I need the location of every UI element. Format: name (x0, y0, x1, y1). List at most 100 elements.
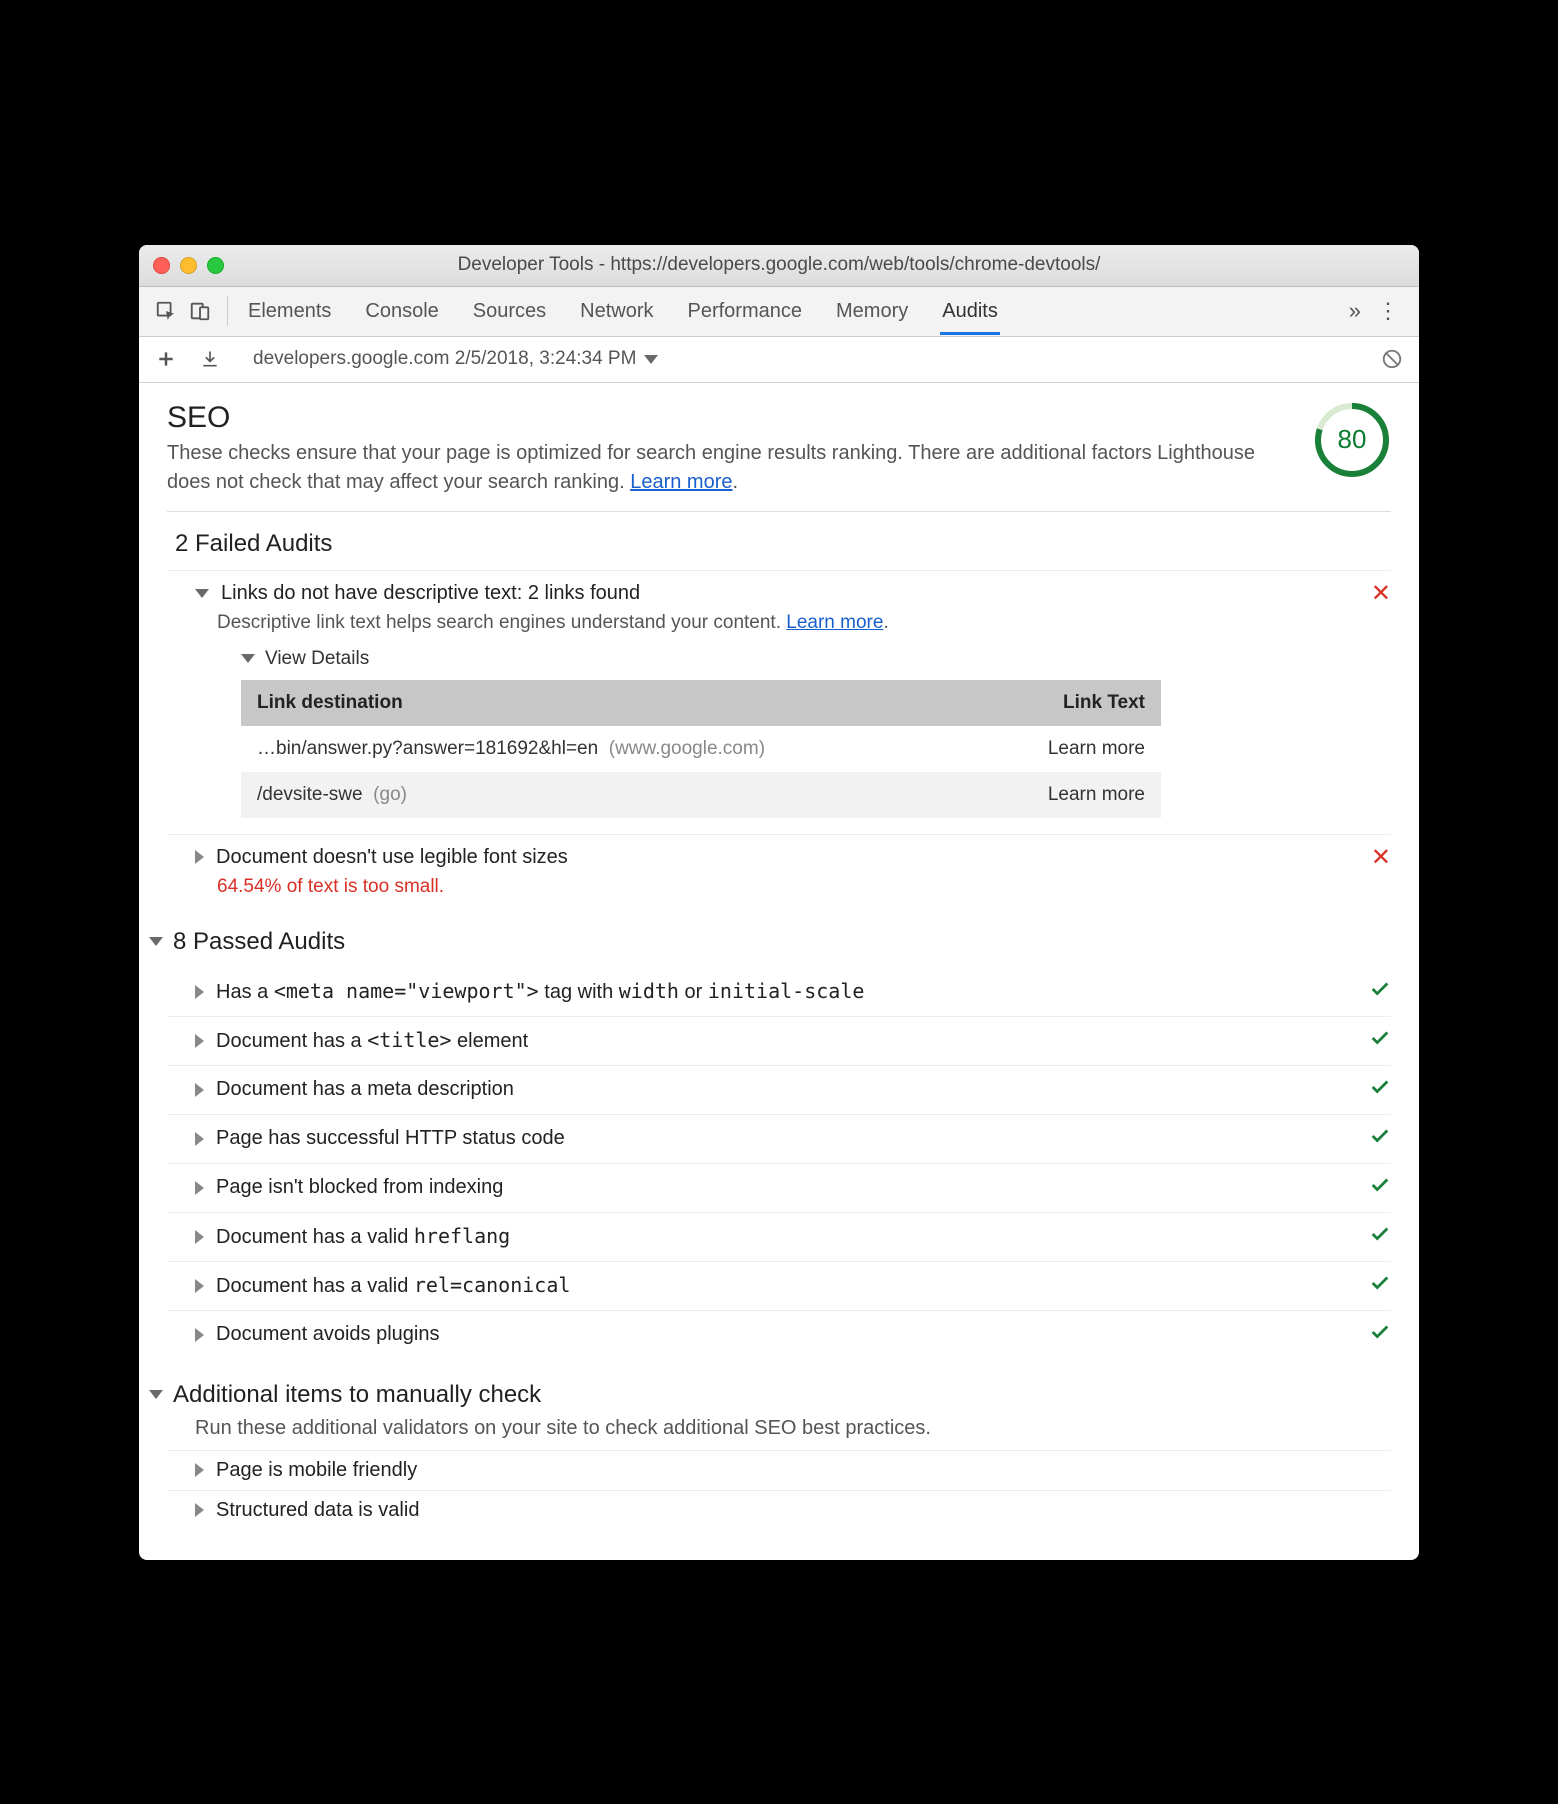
col-text: Link Text (983, 680, 1161, 726)
audit-title: Document avoids plugins (216, 1323, 1357, 1346)
inspect-icon[interactable] (149, 294, 183, 328)
tab-elements[interactable]: Elements (246, 288, 333, 335)
audit-subtext: Descriptive link text helps search engin… (195, 608, 1391, 634)
tab-memory[interactable]: Memory (834, 288, 910, 335)
chevron-right-icon (195, 1132, 204, 1146)
row-text: Learn more (983, 726, 1161, 772)
check-icon (1369, 1027, 1391, 1055)
chevron-right-icon (195, 1279, 204, 1293)
download-icon[interactable] (195, 349, 225, 369)
chevron-down-icon (241, 654, 255, 663)
check-icon (1369, 1321, 1391, 1349)
audit-row[interactable]: Links do not have descriptive text: 2 li… (195, 579, 1391, 608)
audit-title: Document doesn't use legible font sizes (216, 846, 1359, 869)
passed-audit: Document has a meta description (167, 1065, 1391, 1114)
audit-title: Structured data is valid (216, 1499, 1391, 1522)
chevron-right-icon (195, 1181, 204, 1195)
close-window-icon[interactable] (153, 257, 170, 274)
audit-row[interactable]: Page isn't blocked from indexing (195, 1174, 1391, 1202)
window-title: Developer Tools - https://developers.goo… (139, 254, 1419, 276)
report-label: developers.google.com 2/5/2018, 3:24:34 … (253, 348, 636, 370)
view-details-label: View Details (265, 648, 369, 670)
chevron-right-icon (195, 985, 204, 999)
audit-details: View Details Link destination Link Text … (195, 648, 1391, 818)
tab-console[interactable]: Console (363, 288, 440, 335)
passed-audit: Document has a valid rel=canonical (167, 1261, 1391, 1310)
audit-row[interactable]: Document has a valid hreflang (195, 1223, 1391, 1251)
audit-title: Page is mobile friendly (216, 1459, 1391, 1482)
row-dest: /devsite-swe (257, 784, 363, 805)
fail-icon: ✕ (1371, 843, 1391, 872)
check-icon (1369, 978, 1391, 1006)
score-gauge: 80 (1313, 401, 1391, 479)
check-icon (1369, 1174, 1391, 1202)
passed-audit: Page has successful HTTP status code (167, 1114, 1391, 1163)
kebab-menu-icon[interactable]: ⋮ (1367, 298, 1409, 324)
chevron-down-icon (195, 589, 209, 598)
traffic-lights (153, 257, 224, 274)
row-text: Learn more (983, 772, 1161, 818)
failed-heading[interactable]: 2 Failed Audits (175, 530, 1391, 558)
audit-row[interactable]: Has a <meta name="viewport"> tag with wi… (195, 978, 1391, 1006)
audit-row[interactable]: Document doesn't use legible font sizes … (195, 843, 1391, 872)
seo-header: SEO These checks ensure that your page i… (167, 401, 1391, 512)
audit-row[interactable]: Page is mobile friendly (195, 1459, 1391, 1482)
details-table: Link destination Link Text …bin/answer.p… (241, 680, 1161, 818)
clear-icon[interactable] (1377, 348, 1407, 370)
audit-note: 64.54% of text is too small. (195, 872, 1391, 898)
category-desc: These checks ensure that your page is op… (167, 439, 1293, 497)
row-host: (www.google.com) (609, 738, 765, 759)
table-row: /devsite-swe (go) Learn more (241, 772, 1161, 818)
report-selector[interactable]: developers.google.com 2/5/2018, 3:24:34 … (253, 348, 1363, 370)
chevron-down-icon (149, 937, 163, 946)
row-host: (go) (373, 784, 407, 805)
check-icon (1369, 1125, 1391, 1153)
audit-title: Document has a valid rel=canonical (216, 1273, 1357, 1298)
audit-title: Links do not have descriptive text: 2 li… (221, 582, 1359, 605)
tab-audits[interactable]: Audits (940, 288, 1000, 335)
audit-title: Document has a valid hreflang (216, 1224, 1357, 1249)
audit-row[interactable]: Structured data is valid (195, 1499, 1391, 1522)
audit-title: Page isn't blocked from indexing (216, 1176, 1357, 1199)
category-title: SEO (167, 401, 1293, 435)
audit-row[interactable]: Document avoids plugins (195, 1321, 1391, 1349)
learn-more-link[interactable]: Learn more (786, 612, 883, 633)
zoom-window-icon[interactable] (207, 257, 224, 274)
new-audit-icon[interactable] (151, 349, 181, 369)
manual-audit: Page is mobile friendly (167, 1450, 1391, 1490)
col-dest: Link destination (241, 680, 983, 726)
minimize-window-icon[interactable] (180, 257, 197, 274)
tabs-overflow-icon[interactable]: » (1343, 298, 1367, 324)
learn-more-link[interactable]: Learn more (630, 471, 732, 493)
chevron-down-icon (149, 1390, 163, 1399)
chevron-right-icon (195, 1083, 204, 1097)
tab-sources[interactable]: Sources (471, 288, 548, 335)
passed-audit: Document avoids plugins (167, 1310, 1391, 1359)
chevron-right-icon (195, 1230, 204, 1244)
passed-audit: Has a <meta name="viewport"> tag with wi… (167, 968, 1391, 1016)
passed-list: Has a <meta name="viewport"> tag with wi… (167, 968, 1391, 1359)
devtools-window: Developer Tools - https://developers.goo… (139, 245, 1419, 1560)
failed-heading-label: 2 Failed Audits (175, 530, 332, 558)
audit-row[interactable]: Document has a <title> element (195, 1027, 1391, 1055)
view-details-toggle[interactable]: View Details (241, 648, 1391, 670)
devtools-tabbar: Elements Console Sources Network Perform… (139, 287, 1419, 337)
separator (227, 296, 228, 326)
audit-title: Document has a <title> element (216, 1028, 1357, 1053)
audit-row[interactable]: Document has a valid rel=canonical (195, 1272, 1391, 1300)
chevron-right-icon (195, 1034, 204, 1048)
device-toggle-icon[interactable] (183, 294, 217, 328)
tab-network[interactable]: Network (578, 288, 655, 335)
manual-heading[interactable]: Additional items to manually check (175, 1381, 1391, 1409)
manual-heading-label: Additional items to manually check (173, 1381, 541, 1409)
manual-audit: Structured data is valid (167, 1490, 1391, 1530)
passed-audit: Document has a <title> element (167, 1016, 1391, 1065)
chevron-right-icon (195, 850, 204, 864)
tab-performance[interactable]: Performance (686, 288, 805, 335)
failed-audit-2: Document doesn't use legible font sizes … (167, 834, 1391, 906)
passed-heading[interactable]: 8 Passed Audits (175, 928, 1391, 956)
tabs-list: Elements Console Sources Network Perform… (238, 288, 1343, 335)
audit-sub-text: Descriptive link text helps search engin… (217, 612, 786, 633)
audit-row[interactable]: Document has a meta description (195, 1076, 1391, 1104)
audit-row[interactable]: Page has successful HTTP status code (195, 1125, 1391, 1153)
